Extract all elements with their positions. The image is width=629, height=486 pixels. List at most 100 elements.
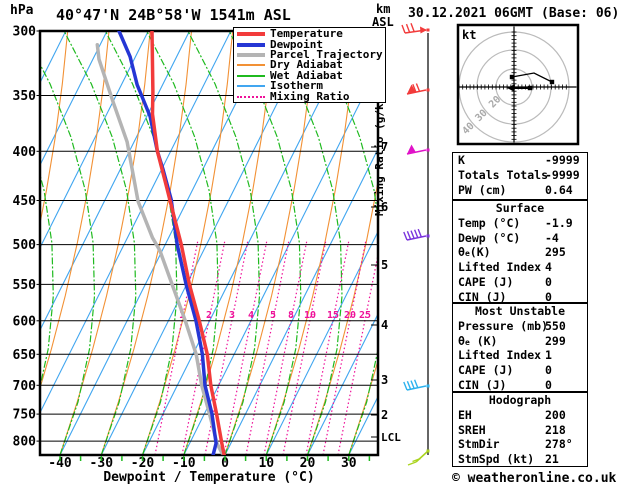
panel-row-value: 550 bbox=[545, 318, 566, 333]
mixing-ratio-value: 2 bbox=[206, 310, 212, 321]
legend-swatch-wet-adiabat bbox=[237, 74, 265, 77]
station-title: 40°47'N 24B°58'W 1541m ASL bbox=[56, 6, 291, 24]
mixing-ratio-line bbox=[223, 239, 268, 455]
panel-row-value: 0 bbox=[545, 274, 552, 289]
panel-row-value: -4 bbox=[545, 230, 559, 245]
panel-row-value: -9999 bbox=[545, 153, 580, 167]
panel-box-indices: K -9999 Totals Totals -9999 PW (cm) 0.64 bbox=[452, 152, 588, 200]
mixing-ratio-value: 20 bbox=[344, 310, 356, 321]
legend-swatch-isotherm bbox=[237, 85, 265, 88]
legend-box: Temperature Dewpoint Parcel Trajectory Dry … bbox=[233, 27, 386, 103]
footer-credit: © weatheronline.co.uk bbox=[452, 471, 617, 486]
panel-row-value: 21 bbox=[545, 452, 559, 467]
panel-row-label: EH bbox=[458, 407, 472, 422]
panel-row-label: CAPE (J) bbox=[458, 274, 514, 289]
panel-row-value: -9999 bbox=[545, 167, 580, 182]
panel-row: Lifted Index 1 bbox=[453, 348, 587, 363]
mixing-ratio-value: 15 bbox=[327, 310, 339, 321]
wind-barbs bbox=[401, 22, 430, 466]
x-axis-label: Dewpoint / Temperature (°C) bbox=[103, 470, 315, 485]
hodograph-ring-label: 20 bbox=[487, 94, 503, 110]
legend-label: Mixing Ratio bbox=[270, 89, 350, 103]
panel-row-label: CIN (J) bbox=[458, 377, 507, 392]
datetime-title: 30.12.2021 06GMT (Base: 06) bbox=[408, 6, 620, 21]
pressure-tick-label: 400 bbox=[13, 145, 37, 160]
pressure-tick-label: 800 bbox=[13, 435, 37, 450]
pressure-tick-label: 750 bbox=[13, 408, 37, 423]
panel-row-value: 218 bbox=[545, 422, 566, 437]
wet-adiabat-line bbox=[0, 31, 12, 455]
legend-swatch-mixing-ratio bbox=[237, 95, 265, 98]
panel-row-value: 295 bbox=[545, 245, 566, 260]
panel-row-value: 278° bbox=[545, 437, 573, 452]
mixing-ratio-value: 10 bbox=[304, 310, 316, 321]
panel-row-label: Pressure (mb) bbox=[458, 318, 549, 333]
panel-row-value: 200 bbox=[545, 407, 566, 422]
wind-barb-arrowhead bbox=[420, 26, 427, 34]
mixing-ratio-line bbox=[305, 239, 350, 455]
panel-row: PW (cm) 0.64 bbox=[453, 183, 587, 198]
height-tick-label: 2 bbox=[381, 408, 388, 422]
height-tick-label: 3 bbox=[381, 373, 388, 387]
pressure-unit-label: hPa bbox=[10, 3, 34, 18]
panel-row-label: Lifted Index bbox=[458, 260, 542, 275]
panel-header: Hodograph bbox=[488, 393, 552, 407]
legend-swatch-dry-adiabat bbox=[237, 64, 265, 67]
panel-row-label: CIN (J) bbox=[458, 289, 507, 304]
skewt-sounding-page: 1 2 3 4 5 8 10 15 20 25 300 350 400 450 500 550 600 650 70… bbox=[0, 0, 629, 486]
panel-row-label: CAPE (J) bbox=[458, 363, 514, 378]
mixing-ratio-value: 3 bbox=[229, 310, 235, 321]
mixing-ratio-value: 5 bbox=[270, 310, 276, 321]
pressure-tick-label: 300 bbox=[13, 25, 37, 40]
height-tick-label: 4 bbox=[381, 318, 388, 332]
legend-item: Mixing Ratio bbox=[237, 89, 385, 103]
panel-box-hodograph: Hodograph EH 200 SREH 218 StmDir 278° StmSpd (k… bbox=[452, 392, 588, 467]
height-tick-label: 5 bbox=[381, 258, 388, 272]
panel-header: Most Unstable bbox=[474, 304, 565, 318]
panel-row-value: 0 bbox=[545, 363, 552, 378]
panel-row-label: Dewp (°C) bbox=[458, 230, 521, 245]
mixing-ratio-value: 25 bbox=[359, 310, 371, 321]
pressure-tick-label: 450 bbox=[13, 194, 37, 209]
panel-row-label: SREH bbox=[458, 422, 486, 437]
pressure-tick-label: 350 bbox=[13, 89, 37, 104]
hodograph-trace bbox=[511, 72, 553, 83]
pressure-tick-label: 700 bbox=[13, 379, 37, 394]
panel-row-label: StmSpd (kt) bbox=[458, 452, 535, 467]
panel-row: K -9999 bbox=[453, 153, 587, 168]
panel-row: Dewp (°C) -4 bbox=[453, 231, 587, 246]
pressure-tick-label: 500 bbox=[13, 238, 37, 253]
panel-row-label: θe(K) bbox=[458, 245, 491, 260]
hodograph-ring-label: 30 bbox=[473, 108, 489, 124]
pressure-tick-label: 550 bbox=[13, 278, 37, 293]
panel-box-surface: Surface Temp (°C) -1.9 Dewp (°C) -4 θe(K) 295 L… bbox=[452, 200, 588, 304]
pressure-tick-label: 650 bbox=[13, 348, 37, 363]
parcel-trajectory-curve bbox=[95, 42, 224, 455]
panel-row: θe (K) 299 bbox=[453, 334, 587, 349]
panel-row-value: -1.9 bbox=[545, 215, 573, 230]
legend-swatch-parcel-trajectory bbox=[237, 52, 265, 57]
panel-box-most-unstable: Most Unstable Pressure (mb) 550 θe (K) 299 Li… bbox=[452, 303, 588, 392]
panel-row-label: K bbox=[458, 153, 465, 167]
legend-swatch-dewpoint bbox=[237, 42, 265, 47]
panel-row-value: 0.64 bbox=[545, 182, 573, 197]
wind-barb-flag bbox=[407, 144, 416, 154]
hodograph-trace-dot bbox=[549, 79, 555, 85]
panel-row: Totals Totals -9999 bbox=[453, 168, 587, 183]
panel-row-value: 4 bbox=[545, 260, 552, 275]
panel-row: StmSpd (kt) 21 bbox=[453, 452, 587, 467]
panel-row: θe(K) 295 bbox=[453, 245, 587, 260]
panel-row-label: Lifted Index bbox=[458, 348, 542, 363]
panel-row-value: 1 bbox=[545, 348, 552, 363]
panel-row: StmDir 278° bbox=[453, 437, 587, 452]
hodograph-unit-label: kt bbox=[462, 28, 477, 42]
mixing-ratio-value: 4 bbox=[248, 310, 254, 321]
wind-level-dot bbox=[426, 234, 430, 238]
panel-row: SREH 218 bbox=[453, 423, 587, 438]
wind-level-dot bbox=[426, 88, 430, 92]
hodograph-ring-label: 40 bbox=[460, 121, 476, 137]
panel-row-label: θe (K) bbox=[458, 333, 498, 348]
panel-row-value: 299 bbox=[545, 333, 566, 348]
wind-level-dot bbox=[426, 384, 430, 388]
panel-row-label: Temp (°C) bbox=[458, 215, 521, 230]
